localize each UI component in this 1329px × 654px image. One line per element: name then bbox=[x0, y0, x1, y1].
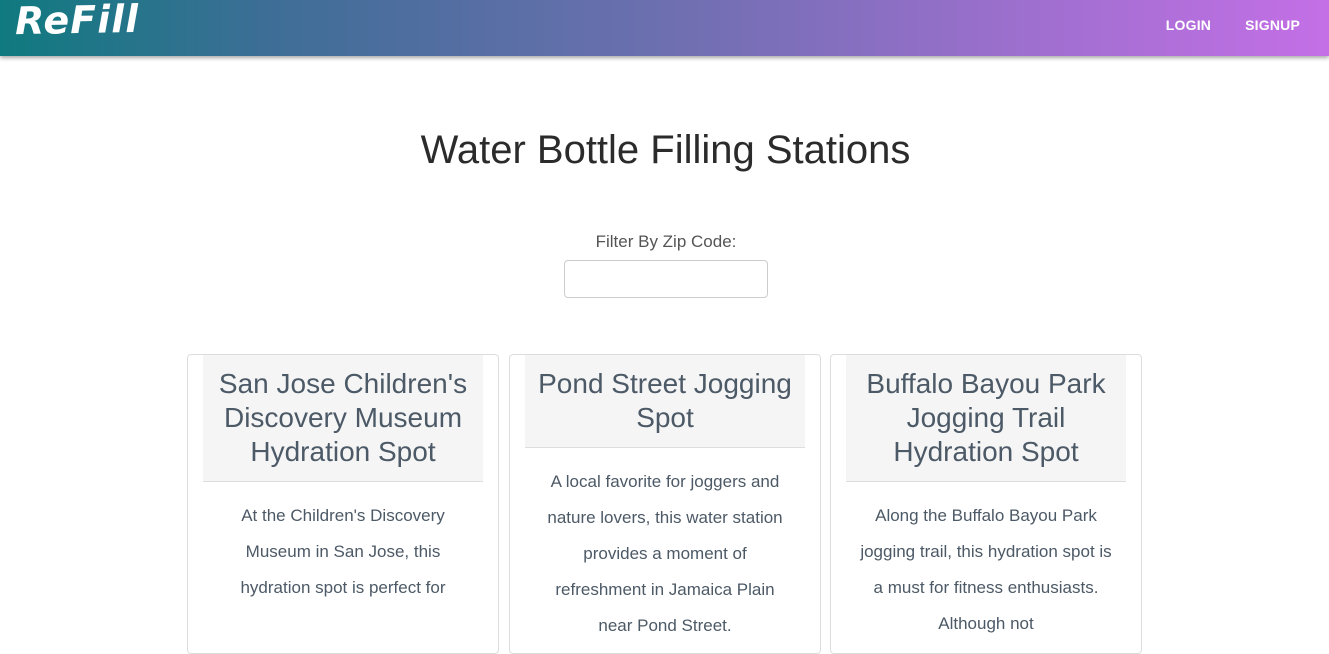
card-description: A local favorite for joggers and nature … bbox=[547, 472, 783, 635]
card-title: Buffalo Bayou Park Jogging Trail Hydrati… bbox=[866, 368, 1106, 467]
brand-logo[interactable]: ReFill bbox=[15, 0, 140, 43]
station-card[interactable]: Pond Street Jogging Spot A local favorit… bbox=[509, 354, 821, 654]
signup-link[interactable]: SIGNUP bbox=[1245, 17, 1300, 33]
page-title: Water Bottle Filling Stations bbox=[420, 128, 911, 172]
station-card[interactable]: San Jose Children's Discovery Museum Hyd… bbox=[187, 354, 499, 654]
zip-filter-label: Filter By Zip Code: bbox=[595, 232, 737, 251]
card-title: Pond Street Jogging Spot bbox=[538, 368, 792, 433]
station-card[interactable]: Buffalo Bayou Park Jogging Trail Hydrati… bbox=[830, 354, 1142, 654]
card-header: San Jose Children's Discovery Museum Hyd… bbox=[203, 355, 483, 482]
zip-filter: Filter By Zip Code: bbox=[564, 232, 768, 298]
card-description: At the Children's Discovery Museum in Sa… bbox=[240, 506, 446, 597]
card-header: Pond Street Jogging Spot bbox=[525, 355, 805, 448]
zip-code-input[interactable] bbox=[564, 260, 768, 298]
card-header: Buffalo Bayou Park Jogging Trail Hydrati… bbox=[846, 355, 1126, 482]
login-link[interactable]: LOGIN bbox=[1166, 17, 1211, 33]
card-description: Along the Buffalo Bayou Park jogging tra… bbox=[860, 506, 1112, 633]
card-title: San Jose Children's Discovery Museum Hyd… bbox=[218, 368, 468, 467]
nav-links: LOGIN SIGNUP bbox=[1166, 17, 1300, 33]
navbar: ReFill LOGIN SIGNUP bbox=[0, 0, 1329, 56]
